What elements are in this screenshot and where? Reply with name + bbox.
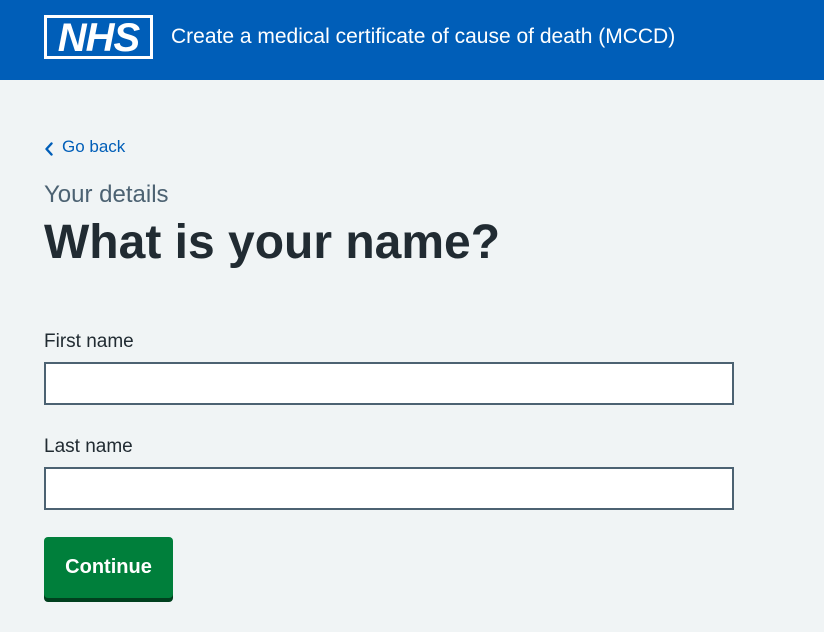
last-name-label: Last name <box>44 436 133 457</box>
back-link-label: Go back <box>62 137 126 156</box>
back-link[interactable]: Go back <box>44 136 125 158</box>
continue-button[interactable]: Continue <box>44 537 173 598</box>
first-name-input[interactable] <box>44 362 734 405</box>
page-title: What is your name? <box>44 216 501 269</box>
first-name-label: First name <box>44 331 134 352</box>
section-caption: Your details <box>44 181 169 208</box>
site-header: NHS Create a medical certificate of caus… <box>0 0 824 80</box>
nhs-logo-text: NHS <box>58 16 141 59</box>
nhs-logo-icon: NHS <box>44 15 153 59</box>
chevron-left-icon <box>44 140 54 156</box>
last-name-input[interactable] <box>44 467 734 510</box>
nhs-logo[interactable]: NHS <box>44 15 153 59</box>
service-name[interactable]: Create a medical certificate of cause of… <box>171 24 675 50</box>
